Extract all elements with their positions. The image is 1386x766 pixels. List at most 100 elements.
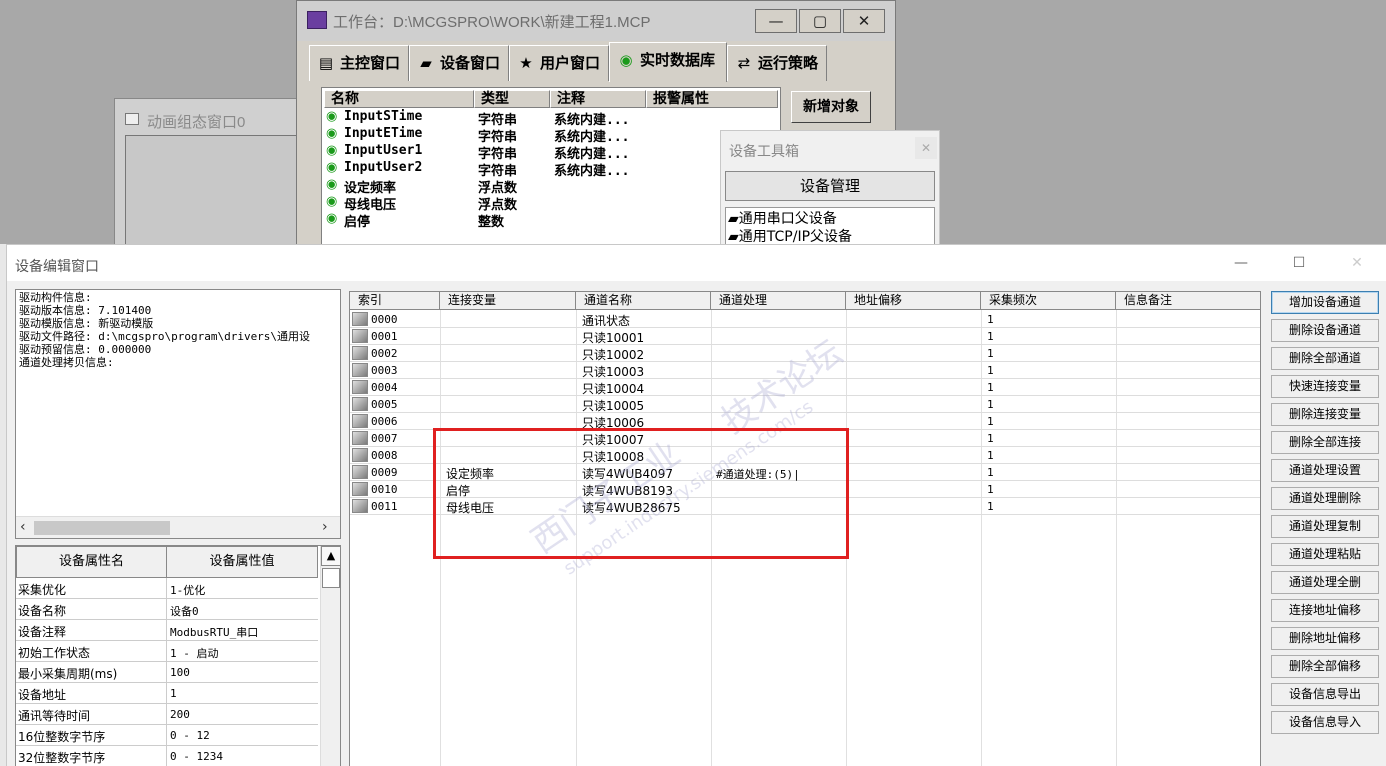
table-row[interactable]: 0000 通讯状态 1	[350, 311, 1260, 328]
list-item[interactable]: ◉ 启停 整数	[322, 211, 778, 230]
device-icon: ▰	[728, 211, 739, 227]
highlight-box	[433, 428, 849, 559]
horizontal-scrollbar[interactable]: ‹ ›	[16, 516, 340, 538]
chevron-right-icon[interactable]: ›	[322, 519, 328, 535]
delete-connected-variable-button[interactable]: 删除连接变量	[1271, 403, 1379, 426]
delete-channel-button[interactable]: 删除设备通道	[1271, 319, 1379, 342]
window-icon: ▤	[318, 54, 334, 72]
animation-window[interactable]: 动画组态窗口0	[114, 98, 305, 248]
database-icon: ◉	[619, 51, 633, 69]
property-row[interactable]: 采集优化 1-优化	[16, 578, 318, 599]
channel-icon	[352, 329, 368, 343]
channel-process-copy-button[interactable]: 通道处理复制	[1271, 515, 1379, 538]
minimize-button[interactable]: —	[1229, 253, 1253, 273]
toolbox-device-list[interactable]: ▰通用串口父设备 ▰通用TCP/IP父设备	[725, 207, 935, 247]
list-item[interactable]: ◉ InputSTime 字符串 系统内建...	[322, 109, 778, 128]
scrollbar-thumb[interactable]	[322, 568, 340, 588]
tab-run-strategy[interactable]: ⇄ 运行策略	[727, 45, 827, 81]
column-header-name[interactable]: 名称	[324, 90, 474, 108]
tab-user-window[interactable]: ★ 用户窗口	[509, 45, 609, 81]
delete-all-offsets-button[interactable]: 删除全部偏移	[1271, 655, 1379, 678]
column-header-frequency[interactable]: 采集频次	[981, 292, 1116, 310]
column-header-variable[interactable]: 连接变量	[440, 292, 576, 310]
delete-address-offset-button[interactable]: 删除地址偏移	[1271, 627, 1379, 650]
tab-main-window[interactable]: ▤ 主控窗口	[309, 45, 409, 81]
device-properties-grid[interactable]: 设备属性名 设备属性值 采集优化 1-优化 设备名称 设备0 设备注释 ModbusR…	[15, 545, 341, 766]
chevron-up-icon[interactable]: ▲	[321, 546, 341, 566]
property-row[interactable]: 最小采集周期(ms) 100	[16, 662, 318, 683]
user-window-icon: ★	[519, 54, 533, 72]
list-item[interactable]: ▰通用串口父设备	[728, 208, 837, 228]
column-header-alarm[interactable]: 报警属性	[646, 90, 778, 108]
driver-info-line: 驱动版本信息: 7.101400	[19, 304, 152, 317]
column-header-note[interactable]: 注释	[550, 90, 646, 108]
add-object-button[interactable]: 新增对象	[791, 91, 871, 123]
property-row[interactable]: 32位整数字节序 0 - 1234	[16, 746, 318, 766]
animation-canvas[interactable]	[125, 135, 305, 247]
channel-icon	[352, 363, 368, 377]
channel-icon	[352, 499, 368, 513]
vertical-scrollbar[interactable]: ▲	[320, 546, 341, 766]
maximize-button[interactable]: ☐	[1287, 253, 1311, 273]
delete-all-channels-button[interactable]: 删除全部通道	[1271, 347, 1379, 370]
channel-process-settings-button[interactable]: 通道处理设置	[1271, 459, 1379, 482]
window-icon	[125, 113, 139, 125]
driver-info-line: 驱动预留信息: 0.000000	[19, 343, 152, 356]
variable-icon: ◉	[326, 109, 338, 124]
animation-window-title: 动画组态窗口0	[147, 114, 246, 131]
device-editor-window[interactable]: 设备编辑窗口 — ☐ ✕ 驱动构件信息: 驱动版本信息: 7.101400 驱动…	[6, 244, 1386, 766]
scrollbar-thumb[interactable]	[34, 521, 170, 535]
workbench-titlebar[interactable]: 工作台：D:\MCGSPRO\WORK\新建工程1.MCP — ▢ ✕	[297, 1, 895, 41]
column-header-index[interactable]: 索引	[350, 292, 440, 310]
list-item[interactable]: ◉ 设定频率 浮点数	[322, 177, 778, 196]
list-item[interactable]: ◉ InputETime 字符串 系统内建...	[322, 126, 778, 145]
tab-device-window[interactable]: ▰ 设备窗口	[409, 45, 509, 81]
import-device-info-button[interactable]: 设备信息导入	[1271, 711, 1379, 734]
channel-process-delete-button[interactable]: 通道处理删除	[1271, 487, 1379, 510]
channel-icon	[352, 482, 368, 496]
driver-info-line: 驱动构件信息:	[19, 291, 92, 304]
column-header-type[interactable]: 类型	[474, 90, 550, 108]
column-header-channel-name[interactable]: 通道名称	[576, 292, 711, 310]
device-icon: ▰	[420, 54, 432, 72]
editor-title: 设备编辑窗口	[15, 259, 99, 275]
list-item[interactable]: ▰通用TCP/IP父设备	[728, 226, 852, 246]
column-header-remarks[interactable]: 信息备注	[1116, 292, 1260, 310]
channel-process-paste-button[interactable]: 通道处理粘贴	[1271, 543, 1379, 566]
channel-icon	[352, 414, 368, 428]
driver-info-panel[interactable]: 驱动构件信息: 驱动版本信息: 7.101400 驱动模版信息: 新驱动模版 驱…	[15, 289, 341, 539]
list-item[interactable]: ◉ InputUser2 字符串 系统内建...	[322, 160, 778, 179]
property-row[interactable]: 16位整数字节序 0 - 12	[16, 725, 318, 746]
device-manager-button[interactable]: 设备管理	[725, 171, 935, 201]
close-button[interactable]: ✕	[843, 9, 885, 33]
realtime-database-list[interactable]: 名称 类型 注释 报警属性 ◉ InputSTime 字符串 系统内建... ◉ Inp…	[321, 87, 781, 247]
property-row[interactable]: 设备地址 1	[16, 683, 318, 704]
channel-process-delete-all-button[interactable]: 通道处理全删	[1271, 571, 1379, 594]
close-icon[interactable]: ✕	[915, 137, 937, 159]
add-channel-button[interactable]: 增加设备通道	[1271, 291, 1379, 314]
delete-all-connections-button[interactable]: 删除全部连接	[1271, 431, 1379, 454]
strategy-icon: ⇄	[737, 54, 751, 72]
editor-titlebar[interactable]: 设备编辑窗口 — ☐ ✕	[7, 245, 1386, 281]
channel-icon	[352, 346, 368, 360]
property-row[interactable]: 初始工作状态 1 - 启动	[16, 641, 318, 662]
maximize-button[interactable]: ▢	[799, 9, 841, 33]
export-device-info-button[interactable]: 设备信息导出	[1271, 683, 1379, 706]
property-row[interactable]: 通讯等待时间 200	[16, 704, 318, 725]
property-row[interactable]: 设备名称 设备0	[16, 599, 318, 620]
column-header-address-offset[interactable]: 地址偏移	[846, 292, 981, 310]
minimize-button[interactable]: —	[755, 9, 797, 33]
chevron-left-icon[interactable]: ‹	[20, 519, 26, 535]
quick-connect-variable-button[interactable]: 快速连接变量	[1271, 375, 1379, 398]
tab-realtime-database[interactable]: ◉ 实时数据库	[609, 42, 727, 82]
connect-address-offset-button[interactable]: 连接地址偏移	[1271, 599, 1379, 622]
close-button[interactable]: ✕	[1345, 253, 1369, 273]
device-toolbox[interactable]: 设备工具箱 ✕ 设备管理 ▰通用串口父设备 ▰通用TCP/IP父设备	[720, 130, 940, 247]
column-header-property-name: 设备属性名	[16, 546, 167, 578]
channel-icon	[352, 312, 368, 326]
channel-icon	[352, 397, 368, 411]
column-header-channel-process[interactable]: 通道处理	[711, 292, 846, 310]
list-item[interactable]: ◉ 母线电压 浮点数	[322, 194, 778, 213]
property-row[interactable]: 设备注释 ModbusRTU_串口	[16, 620, 318, 641]
list-item[interactable]: ◉ InputUser1 字符串 系统内建...	[322, 143, 778, 162]
